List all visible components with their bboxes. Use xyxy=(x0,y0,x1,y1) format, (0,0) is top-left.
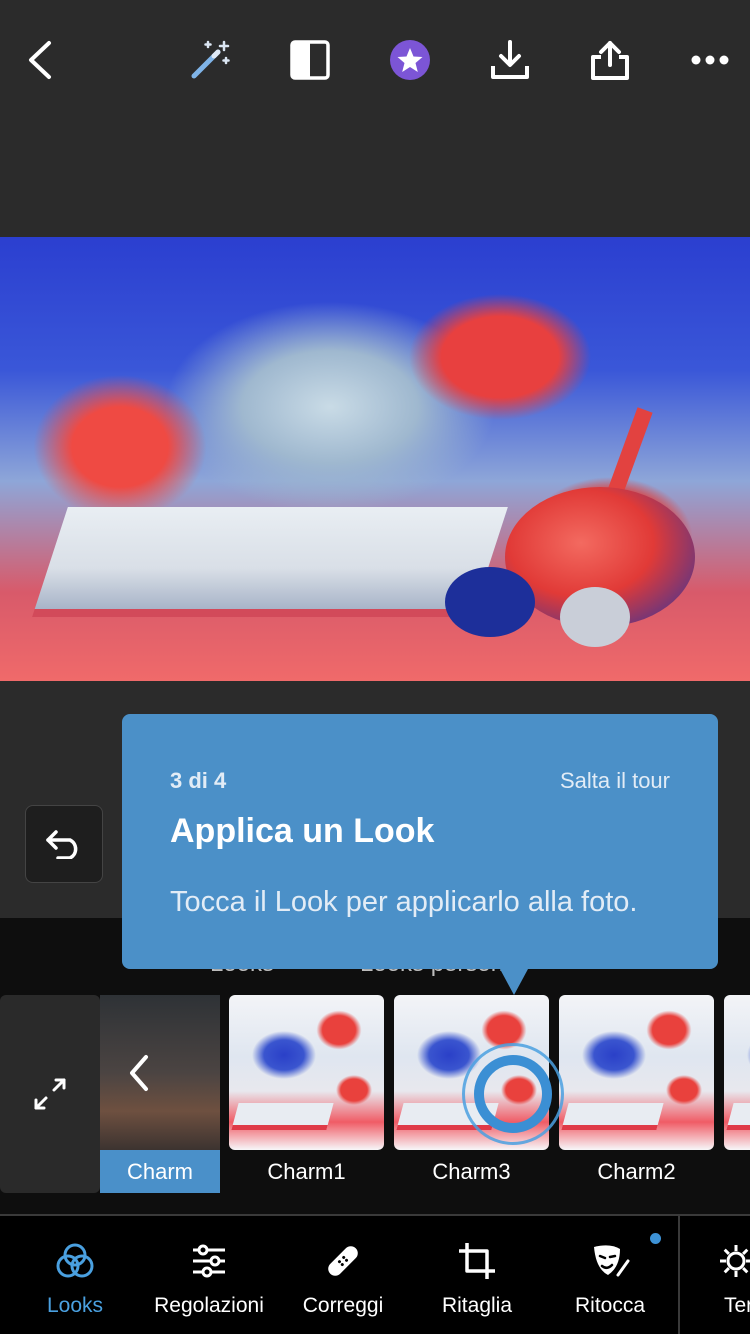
nav-adjustments[interactable]: Regolazioni xyxy=(144,1216,274,1334)
nav-divider xyxy=(678,1216,680,1334)
nav-label: Regolazioni xyxy=(154,1294,264,1317)
category-thumbnail xyxy=(100,995,220,1150)
edited-photo xyxy=(0,237,750,681)
magic-wand-icon[interactable] xyxy=(186,36,234,84)
expand-button[interactable] xyxy=(0,995,100,1193)
photo-pinecone xyxy=(445,567,535,637)
tooltip-title: Applica un Look xyxy=(170,812,435,850)
nav-label: Looks xyxy=(46,1294,104,1317)
more-icon[interactable] xyxy=(686,36,734,84)
photo-pinecone xyxy=(560,587,630,647)
look-label: Charm3 xyxy=(432,1158,511,1184)
nav-crop[interactable]: Ritaglia xyxy=(412,1216,542,1334)
look-item[interactable] xyxy=(724,995,750,1193)
look-category-charm[interactable]: Charm xyxy=(100,995,220,1193)
undo-button[interactable] xyxy=(25,805,103,883)
tour-tooltip: 3 di 4 Salta il tour Applica un Look Toc… xyxy=(122,714,718,995)
look-item[interactable]: Charm1 xyxy=(229,995,384,1193)
settings-icon xyxy=(720,1245,750,1277)
mask-brush-icon xyxy=(594,1245,630,1277)
look-thumbnail xyxy=(724,995,750,1150)
look-thumbnail xyxy=(559,995,714,1150)
look-thumbnail xyxy=(229,995,384,1150)
category-label: Charm xyxy=(100,1150,220,1193)
chevron-left-icon xyxy=(130,1055,148,1091)
looks-icon xyxy=(56,1243,94,1278)
nav-looks[interactable]: Looks xyxy=(10,1216,140,1334)
nav-label: Ritocca xyxy=(574,1294,646,1317)
back-icon[interactable] xyxy=(16,36,64,84)
share-icon[interactable] xyxy=(586,36,634,84)
skip-tour-button[interactable]: Salta il tour xyxy=(560,768,670,794)
nav-selective[interactable]: Ter xyxy=(690,1216,750,1334)
nav-label: Ter xyxy=(724,1294,750,1317)
nav-heal[interactable]: Correggi xyxy=(278,1216,408,1334)
undo-icon xyxy=(46,830,78,859)
bottom-nav: Looks Regolazioni Correggi Ritaglia Rito… xyxy=(0,1214,750,1334)
download-icon[interactable] xyxy=(486,36,534,84)
tap-indicator-core xyxy=(474,1055,552,1133)
look-label: Charm1 xyxy=(267,1158,346,1184)
nav-label: Correggi xyxy=(302,1294,384,1317)
expand-icon xyxy=(34,1078,66,1110)
bandage-icon xyxy=(328,1246,358,1276)
look-item[interactable]: Charm2 xyxy=(559,995,714,1193)
premium-star-icon[interactable] xyxy=(386,36,434,84)
tooltip-body: Tocca il Look per applicarlo alla foto. xyxy=(170,886,638,918)
photo-book xyxy=(32,507,508,617)
compare-icon[interactable] xyxy=(286,36,334,84)
look-label: Charm2 xyxy=(597,1158,676,1184)
crop-icon xyxy=(459,1243,495,1279)
sliders-icon xyxy=(193,1244,225,1278)
notification-dot xyxy=(650,1233,661,1244)
tour-step: 3 di 4 xyxy=(170,768,227,793)
top-toolbar xyxy=(0,0,750,120)
nav-label: Ritaglia xyxy=(441,1294,513,1317)
